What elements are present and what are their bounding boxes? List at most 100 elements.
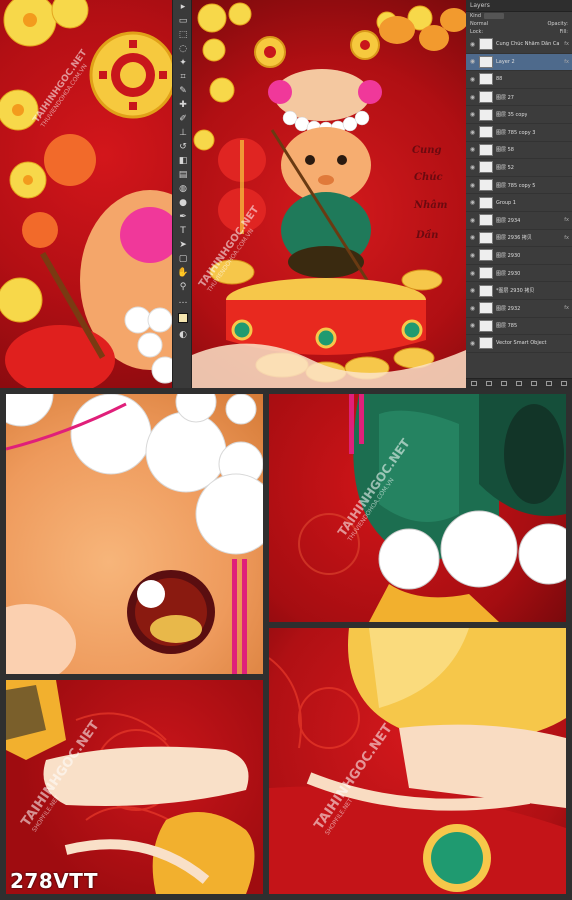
layer-name: 图层 2932	[496, 305, 521, 312]
artwork-crop-face	[6, 394, 263, 674]
layer-row[interactable]: ◉ Vector Smart Object	[466, 335, 572, 353]
link-layers-icon[interactable]	[470, 381, 477, 386]
document-canvas[interactable]: Cung Chúc Nhâm Dần TAIHINHGOC.NET THUVIE…	[192, 0, 466, 388]
layer-row[interactable]: ◉ 图层 2930	[466, 265, 572, 283]
visibility-eye-icon[interactable]: ◉	[469, 182, 476, 189]
layer-row[interactable]: ◉ Cung Chúc Nhâm Dần Ca fx	[466, 36, 572, 54]
visibility-eye-icon[interactable]: ◉	[469, 287, 476, 294]
lock-label: Lock:	[470, 29, 484, 35]
layer-name: 图层 2930	[496, 252, 521, 259]
layer-row[interactable]: ◉ 图层 2930	[466, 247, 572, 265]
layers-footer	[466, 378, 572, 388]
layer-fx-badge[interactable]: fx	[564, 235, 569, 241]
layer-name: 图层 35 copy	[496, 112, 528, 119]
layer-row[interactable]: ◉ 图层 785 copy 5	[466, 177, 572, 195]
healing-tool-icon[interactable]: ✚	[173, 98, 191, 112]
visibility-eye-icon[interactable]: ◉	[469, 111, 476, 118]
layer-row[interactable]: ◉ 图层 27	[466, 89, 572, 107]
layer-name: Layer 2	[496, 58, 515, 65]
layer-fx-badge[interactable]: fx	[564, 59, 569, 65]
marquee-tool-icon[interactable]: ⬚	[173, 28, 191, 42]
layer-name: 图层 785 copy 5	[496, 182, 536, 189]
shape-tool-icon[interactable]: ▢	[173, 252, 191, 266]
layer-row[interactable]: ◉ 图层 785	[466, 318, 572, 336]
visibility-eye-icon[interactable]: ◉	[469, 94, 476, 101]
move-tool-icon[interactable]: ▸	[173, 0, 191, 14]
crop-tool-icon[interactable]: ⌗	[173, 70, 191, 84]
fx-icon[interactable]	[485, 381, 492, 386]
layer-name: Cung Chúc Nhâm Dần Ca	[496, 41, 560, 48]
mask-icon[interactable]	[500, 381, 507, 386]
layer-fx-badge[interactable]: fx	[564, 217, 569, 223]
artwork-crop-body: TAIHINHGOC.NET THUVIENDOHOA.COM.VN	[269, 394, 566, 622]
blur-tool-icon[interactable]: ◍	[173, 182, 191, 196]
pen-tool-icon[interactable]: ✒	[173, 210, 191, 224]
visibility-eye-icon[interactable]: ◉	[469, 340, 476, 347]
layer-thumbnail	[479, 284, 493, 297]
visibility-eye-icon[interactable]: ◉	[469, 58, 476, 65]
layer-name: 图层 2930	[496, 270, 521, 277]
history-brush-tool-icon[interactable]: ↺	[173, 140, 191, 154]
visibility-eye-icon[interactable]: ◉	[469, 164, 476, 171]
brush-tool-icon[interactable]: ✐	[173, 112, 191, 126]
layer-row[interactable]: ◉ 图层 52	[466, 159, 572, 177]
gradient-tool-icon[interactable]: ▤	[173, 168, 191, 182]
layer-name: 图层 785	[496, 323, 518, 330]
layer-row[interactable]: ◉ *图层 2930 拷贝	[466, 282, 572, 300]
eyedropper-tool-icon[interactable]: ✎	[173, 84, 191, 98]
visibility-eye-icon[interactable]: ◉	[469, 129, 476, 136]
visibility-eye-icon[interactable]: ◉	[469, 270, 476, 277]
layer-row[interactable]: ◉ Group 1	[466, 194, 572, 212]
quick-select-tool-icon[interactable]: ✦	[173, 56, 191, 70]
color-swatch-icon[interactable]	[173, 308, 191, 328]
visibility-eye-icon[interactable]: ◉	[469, 41, 476, 48]
new-layer-icon[interactable]	[546, 381, 553, 386]
visibility-eye-icon[interactable]: ◉	[469, 322, 476, 329]
tools-panel: ▸ ▭ ⬚ ◌ ✦ ⌗ ✎ ✚ ✐ ⊥ ↺ ◧ ▤ ◍ ● ✒ T ➤ ▢ ✋ …	[172, 0, 192, 388]
layer-row[interactable]: ◉ 图层 2936 拷贝 fx	[466, 230, 572, 248]
body-closeup	[298, 394, 566, 622]
visibility-eye-icon[interactable]: ◉	[469, 199, 476, 206]
layer-row[interactable]: ◉ 图层 2932 fx	[466, 300, 572, 318]
layer-row[interactable]: ◉ 图层 785 copy 3	[466, 124, 572, 142]
eraser-tool-icon[interactable]: ◧	[173, 154, 191, 168]
quick-mask-icon[interactable]: ◐	[173, 328, 191, 342]
blend-row[interactable]: Normal Opacity:	[466, 20, 572, 28]
layer-row[interactable]: ◉ 图层 35 copy	[466, 106, 572, 124]
layer-row[interactable]: ◉ 88	[466, 71, 572, 89]
lock-row[interactable]: Lock: Fill:	[466, 28, 572, 36]
artwork-crop-ingot: TAIHINHGOC.NET SHOPFILE.NET	[269, 628, 566, 894]
visibility-eye-icon[interactable]: ◉	[469, 217, 476, 224]
layer-thumbnail	[479, 267, 493, 280]
visibility-eye-icon[interactable]: ◉	[469, 146, 476, 153]
layer-name: 图层 52	[496, 164, 514, 171]
stamp-tool-icon[interactable]: ⊥	[173, 126, 191, 140]
visibility-eye-icon[interactable]: ◉	[469, 234, 476, 241]
filter-icons[interactable]	[484, 13, 505, 19]
zoom-tool-icon[interactable]: ⚲	[173, 280, 191, 294]
adjustment-icon[interactable]	[515, 381, 522, 386]
type-tool-icon[interactable]: T	[173, 224, 191, 238]
more-tools-icon[interactable]: …	[173, 294, 191, 308]
layer-row[interactable]: ◉ Layer 2 fx	[466, 53, 572, 72]
hand-tool-icon[interactable]: ✋	[173, 266, 191, 280]
trash-icon[interactable]	[561, 381, 568, 386]
visibility-eye-icon[interactable]: ◉	[469, 252, 476, 259]
layer-row[interactable]: ◉ 图层 2934 fx	[466, 212, 572, 230]
layer-name: *图层 2930 拷贝	[496, 288, 535, 295]
path-select-tool-icon[interactable]: ➤	[173, 238, 191, 252]
artboard-tool-icon[interactable]: ▭	[173, 14, 191, 28]
layer-thumbnail	[479, 179, 493, 192]
dodge-tool-icon[interactable]: ●	[173, 196, 191, 210]
layer-fx-badge[interactable]: fx	[564, 41, 569, 47]
layer-fx-badge[interactable]: fx	[564, 305, 569, 311]
visibility-eye-icon[interactable]: ◉	[469, 76, 476, 83]
layer-filter-row[interactable]: Kind	[466, 12, 572, 20]
ingot-closeup	[269, 628, 566, 894]
filter-kind-label[interactable]: Kind	[470, 13, 481, 19]
new-group-icon[interactable]	[531, 381, 538, 386]
layer-row[interactable]: ◉ 图层 58	[466, 142, 572, 160]
blend-mode-select[interactable]: Normal	[470, 21, 488, 27]
lasso-tool-icon[interactable]: ◌	[173, 42, 191, 56]
visibility-eye-icon[interactable]: ◉	[469, 305, 476, 312]
